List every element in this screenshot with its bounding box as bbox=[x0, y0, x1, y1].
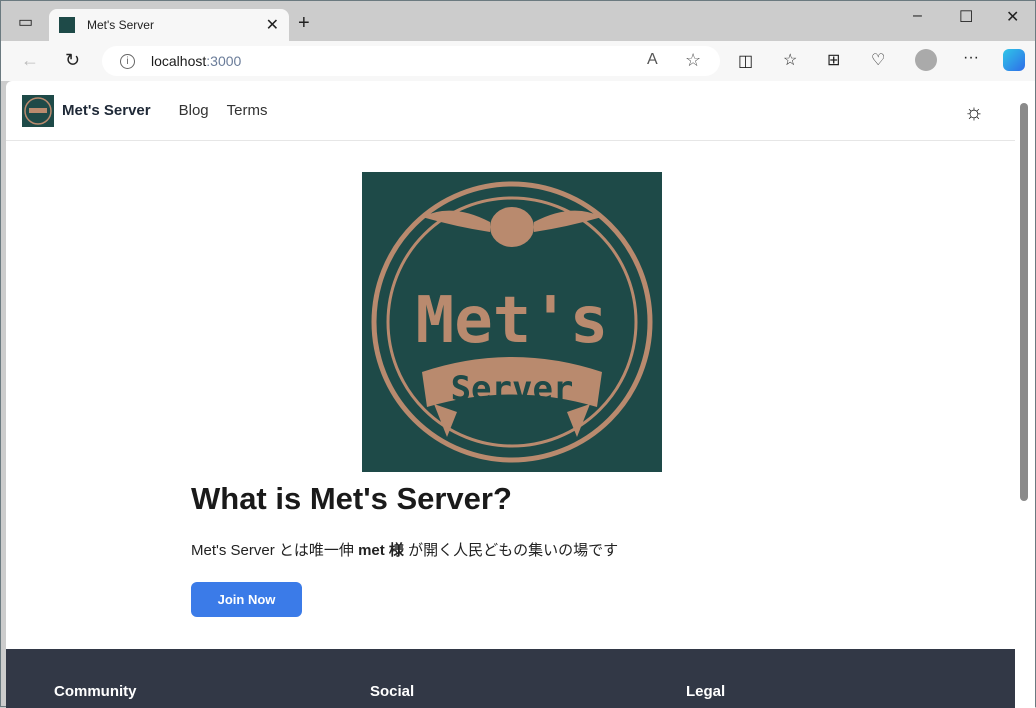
more-icon[interactable]: ··· bbox=[963, 49, 979, 67]
brand-name[interactable]: Met's Server bbox=[62, 102, 151, 119]
tab-bar: ▭ Met's Server ✕ + – ☐ ✕ bbox=[1, 1, 1035, 41]
minimize-icon[interactable]: – bbox=[913, 7, 922, 25]
url-host: localhost bbox=[151, 53, 207, 69]
toolbar: ← ↻ i localhost:3000 A ☆ ◫ ☆ ⊞ ♡ ··· bbox=[1, 41, 1035, 81]
scrollbar[interactable] bbox=[1015, 81, 1035, 708]
scrollbar-thumb[interactable] bbox=[1020, 103, 1028, 501]
nav-terms[interactable]: Terms bbox=[227, 102, 268, 119]
collections-icon[interactable]: ⊞ bbox=[827, 50, 840, 70]
footer-heading-community: Community bbox=[54, 683, 137, 700]
theme-toggle-sun-icon[interactable]: ☼ bbox=[964, 99, 984, 125]
svg-text:Met's: Met's bbox=[416, 284, 609, 358]
browser-tab[interactable]: Met's Server ✕ bbox=[49, 9, 289, 41]
join-now-button[interactable]: Join Now bbox=[191, 582, 302, 617]
footer-heading-legal: Legal bbox=[686, 683, 726, 700]
refresh-icon[interactable]: ↻ bbox=[65, 50, 80, 71]
health-icon[interactable]: ♡ bbox=[871, 50, 885, 70]
nav-blog[interactable]: Blog bbox=[179, 102, 209, 119]
info-icon[interactable]: i bbox=[120, 53, 135, 69]
url-port: :3000 bbox=[206, 53, 242, 69]
site-nav: Met's Server Blog Terms ☼ bbox=[6, 81, 1017, 141]
profile-avatar[interactable] bbox=[915, 49, 937, 71]
desc-text-end: が開く人民どもの集いの場です bbox=[403, 542, 619, 559]
web-page: Met's Server Blog Terms ☼ Met's Server W… bbox=[6, 81, 1017, 708]
footer-heading-social: Social bbox=[370, 683, 415, 700]
desc-text: Met's Server とは唯一伸 bbox=[191, 542, 359, 559]
tab-title: Met's Server bbox=[87, 18, 154, 32]
mets-server-logo: Met's Server bbox=[362, 172, 662, 472]
browser-window: ▭ Met's Server ✕ + – ☐ ✕ ← ↻ i localhost… bbox=[0, 0, 1036, 708]
read-aloud-icon[interactable]: A bbox=[647, 51, 658, 69]
favorite-star-icon[interactable]: ☆ bbox=[685, 50, 701, 71]
back-icon[interactable]: ← bbox=[21, 50, 39, 71]
favorites-icon[interactable]: ☆ bbox=[783, 50, 797, 70]
close-tab-icon[interactable]: ✕ bbox=[266, 15, 279, 35]
footer: Community Social Legal bbox=[6, 649, 1017, 708]
maximize-icon[interactable]: ☐ bbox=[959, 7, 973, 27]
copilot-icon[interactable] bbox=[1003, 49, 1025, 71]
split-screen-icon[interactable]: ◫ bbox=[738, 51, 753, 71]
favicon bbox=[59, 17, 75, 33]
address-bar[interactable]: i localhost:3000 A ☆ bbox=[102, 46, 720, 76]
svg-text:Server: Server bbox=[451, 369, 574, 409]
close-window-icon[interactable]: ✕ bbox=[1006, 7, 1019, 27]
tab-actions-icon[interactable]: ▭ bbox=[18, 12, 33, 32]
site-logo[interactable] bbox=[22, 94, 54, 127]
new-tab-icon[interactable]: + bbox=[298, 12, 310, 35]
description: Met's Server とは唯一伸 met 様 が開く人民どもの集いの場です bbox=[191, 539, 618, 560]
page-heading: What is Met's Server? bbox=[191, 481, 512, 516]
desc-bold: met 様 bbox=[358, 542, 404, 559]
